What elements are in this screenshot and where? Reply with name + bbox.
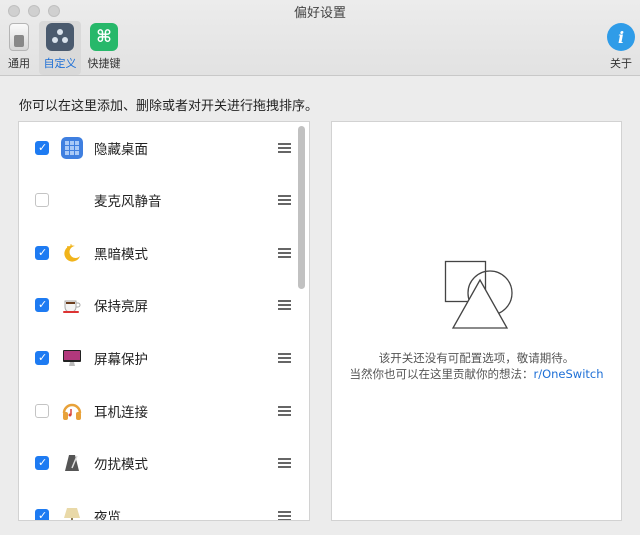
tab-general-label: 通用 bbox=[8, 57, 30, 70]
tab-custom-label: 自定义 bbox=[43, 57, 77, 70]
list-item[interactable]: 隐藏桌面 bbox=[19, 122, 295, 174]
item-label: 屏幕保护 bbox=[94, 352, 148, 368]
coffee-cup-icon bbox=[61, 294, 83, 316]
item-checkbox[interactable] bbox=[35, 298, 49, 312]
item-label: 麦克风静音 bbox=[94, 194, 162, 210]
tab-about[interactable]: i 关于 bbox=[604, 21, 638, 75]
oneswitch-link[interactable]: r/OneSwitch bbox=[533, 367, 603, 381]
drag-handle-icon[interactable] bbox=[278, 351, 291, 365]
drag-handle-icon[interactable] bbox=[278, 456, 291, 470]
microphone-icon bbox=[61, 189, 83, 211]
list-item[interactable]: 麦克风静音 bbox=[19, 174, 295, 226]
switch-icon bbox=[9, 23, 29, 51]
instruction-text: 你可以在这里添加、删除或者对开关进行拖拽排序。 bbox=[19, 99, 319, 114]
contribute-message: 当然你也可以在这里贡献你的想法：r/OneSwitch bbox=[332, 366, 621, 382]
tab-general[interactable]: 通用 bbox=[4, 21, 34, 75]
item-label: 隐藏桌面 bbox=[94, 142, 148, 158]
drag-handle-icon[interactable] bbox=[278, 141, 291, 155]
title-bar: 偏好设置 通用 自定义 ⌘ 快捷键 i 关于 bbox=[0, 0, 640, 76]
window-title: 偏好设置 bbox=[293, 6, 346, 21]
detail-panel: 该开关还没有可配置选项，敬请期待。 当然你也可以在这里贡献你的想法：r/OneS… bbox=[331, 121, 622, 521]
drag-handle-icon[interactable] bbox=[278, 246, 291, 260]
item-label: 夜览 bbox=[94, 510, 121, 521]
item-checkbox[interactable] bbox=[35, 351, 49, 365]
lamp-icon bbox=[61, 505, 83, 520]
toggle-list[interactable]: 隐藏桌面 麦克风静音 黑暗模式 保持亮屏 屏幕保护 耳 bbox=[18, 121, 310, 521]
item-checkbox[interactable] bbox=[35, 509, 49, 520]
drag-handle-icon[interactable] bbox=[278, 298, 291, 312]
item-checkbox[interactable] bbox=[35, 456, 49, 470]
item-checkbox[interactable] bbox=[35, 141, 49, 155]
grid-icon bbox=[61, 137, 83, 159]
contribute-text: 当然你也可以在这里贡献你的想法： bbox=[349, 367, 534, 381]
list-item[interactable]: 屏幕保护 bbox=[19, 332, 295, 384]
tab-shortcuts-label: 快捷键 bbox=[87, 57, 121, 70]
moon-icon bbox=[61, 242, 83, 264]
drag-handle-icon[interactable] bbox=[278, 509, 291, 520]
item-checkbox[interactable] bbox=[35, 404, 49, 418]
list-item[interactable]: 黑暗模式 bbox=[19, 227, 295, 279]
drag-handle-icon[interactable] bbox=[278, 193, 291, 207]
command-key-icon: ⌘ bbox=[90, 23, 118, 51]
list-scrollbar[interactable] bbox=[298, 126, 305, 289]
item-checkbox[interactable] bbox=[35, 246, 49, 260]
empty-state-message: 该开关还没有可配置选项，敬请期待。 bbox=[378, 351, 575, 365]
item-label: 耳机连接 bbox=[94, 405, 148, 421]
list-item[interactable]: 保持亮屏 bbox=[19, 279, 295, 331]
item-checkbox[interactable] bbox=[35, 193, 49, 207]
list-item[interactable]: 耳机连接 bbox=[19, 385, 295, 437]
tab-custom[interactable]: 自定义 bbox=[39, 21, 81, 75]
list-item[interactable]: 夜览 bbox=[19, 490, 295, 521]
headphones-icon bbox=[61, 400, 83, 422]
tab-shortcuts[interactable]: ⌘ 快捷键 bbox=[84, 21, 124, 75]
info-icon: i bbox=[607, 23, 635, 51]
shapes-placeholder-icon bbox=[444, 260, 513, 329]
tab-about-label: 关于 bbox=[610, 57, 632, 70]
custom-toggles-icon bbox=[46, 23, 74, 51]
item-label: 黑暗模式 bbox=[94, 247, 148, 263]
item-label: 勿扰模式 bbox=[94, 457, 148, 473]
drag-handle-icon[interactable] bbox=[278, 404, 291, 418]
item-label: 保持亮屏 bbox=[94, 299, 148, 315]
metronome-icon bbox=[61, 452, 83, 474]
imac-icon bbox=[61, 347, 83, 369]
list-item[interactable]: 勿扰模式 bbox=[19, 437, 295, 489]
